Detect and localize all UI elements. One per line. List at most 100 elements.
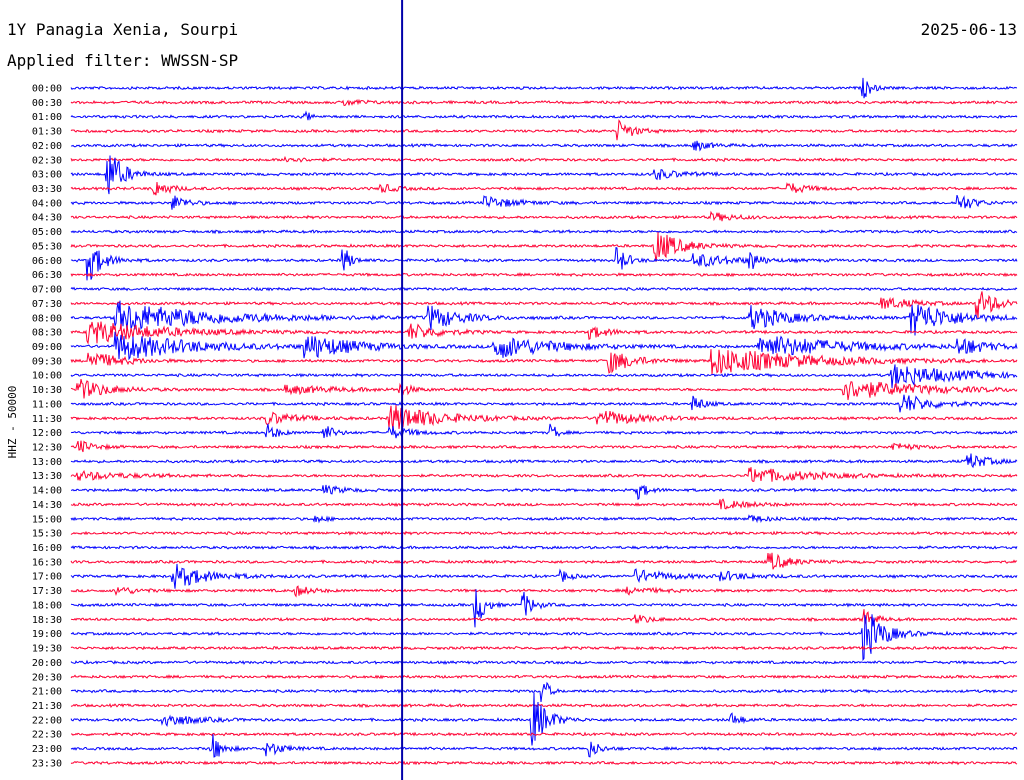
trace-row-0630: [70, 272, 1018, 278]
trace-row-0700: [70, 286, 1018, 292]
row-label: 01:30: [32, 127, 62, 138]
trace-row-2300: [70, 734, 1018, 758]
row-label: 06:30: [32, 270, 62, 281]
trace-row-1200: [70, 423, 1018, 439]
station-title: 1Y Panagia Xenia, Sourpi: [7, 20, 239, 39]
trace-row-1730: [70, 585, 1018, 598]
trace-row-0030: [70, 98, 1018, 107]
row-label: 11:30: [32, 414, 62, 425]
trace-row-1700: [70, 563, 1018, 589]
trace-row-1600: [70, 545, 1018, 551]
row-label: 16:00: [32, 543, 62, 554]
trace-rows: [70, 77, 1018, 766]
row-label: 07:00: [32, 285, 62, 296]
row-label: 08:00: [32, 313, 62, 324]
trace-row-0930: [70, 349, 1018, 375]
row-label: 16:30: [32, 557, 62, 568]
trace-row-1500: [70, 514, 1018, 524]
trace-row-1400: [71, 484, 1018, 501]
trace-row-1430: [70, 498, 1018, 510]
trace-row-1530: [70, 530, 1018, 536]
row-label: 04:00: [32, 198, 62, 209]
trace-row-1100: [70, 394, 1018, 413]
row-label: 14:00: [32, 486, 62, 497]
row-label: 06:00: [32, 256, 62, 267]
row-label: 21:30: [32, 701, 62, 712]
row-label: 15:30: [32, 529, 62, 540]
row-label: 00:30: [32, 98, 62, 109]
time-labels: 00:00 00:30 01:00 01:30 02:00 02:30 03:00 03:30…: [32, 84, 62, 770]
row-label: 15:00: [32, 514, 62, 525]
row-label: 02:00: [32, 141, 62, 152]
trace-row-1930: [70, 645, 1018, 651]
trace-row-0500: [70, 229, 1018, 235]
trace-row-2000: [70, 659, 1018, 665]
row-label: 04:30: [32, 213, 62, 224]
row-label: 18:00: [32, 601, 62, 612]
row-label: 00:00: [32, 84, 62, 95]
row-label: 18:30: [32, 615, 62, 626]
row-label: 17:30: [32, 586, 62, 597]
row-label: 09:00: [32, 342, 62, 353]
y-axis-label: HHZ - 50000: [6, 386, 19, 459]
row-label: 22:00: [32, 715, 62, 726]
trace-row-1330: [70, 467, 1018, 482]
trace-row-1900: [70, 614, 1018, 662]
trace-row-1230: [70, 440, 1018, 453]
trace-row-0230: [70, 155, 1018, 163]
row-label: 05:00: [32, 227, 62, 238]
trace-row-0730: [70, 291, 1018, 319]
row-label: 10:00: [32, 371, 62, 382]
row-label: 10:30: [32, 385, 62, 396]
trace-row-0600: [70, 246, 1018, 281]
row-label: 05:30: [32, 242, 62, 253]
trace-row-1000: [70, 364, 1018, 388]
row-label: 08:30: [32, 328, 62, 339]
row-label: 03:00: [32, 170, 62, 181]
trace-row-1630: [70, 552, 1018, 570]
trace-row-1830: [70, 609, 1018, 626]
trace-row-0100: [70, 110, 1018, 121]
trace-row-1130: [70, 404, 1018, 430]
trace-row-0530: [70, 232, 1018, 262]
trace-row-0130: [70, 119, 1017, 141]
row-label: 17:00: [32, 572, 62, 583]
row-label: 13:00: [32, 457, 62, 468]
trace-row-1030: [70, 378, 1018, 401]
row-label: 19:30: [32, 644, 62, 655]
trace-row-0000: [70, 77, 1018, 99]
trace-row-0330: [70, 181, 1018, 196]
trace-row-2330: [70, 760, 1018, 766]
trace-row-2130: [70, 703, 1018, 709]
trace-row-1300: [70, 453, 1018, 469]
row-label: 12:00: [32, 428, 62, 439]
trace-row-0430: [70, 210, 1018, 222]
row-label: 20:00: [32, 658, 62, 669]
row-label: 21:00: [32, 687, 62, 698]
trace-row-0900: [70, 331, 1018, 361]
date-label: 2025-06-13: [920, 20, 1017, 39]
row-label: 23:00: [32, 744, 62, 755]
helicorder-chart: 00:00 00:30 01:00 01:30 02:00 02:30 03:00 03:30…: [6, 0, 1018, 780]
row-label: 19:00: [32, 629, 62, 640]
row-label: 22:30: [32, 730, 62, 741]
trace-row-2100: [70, 681, 1018, 703]
trace-row-0400: [70, 194, 1018, 210]
trace-row-0830: [70, 321, 1018, 345]
row-label: 07:30: [32, 299, 62, 310]
row-label: 02:30: [32, 155, 62, 166]
row-label: 23:30: [32, 758, 62, 769]
row-label: 01:00: [32, 112, 62, 123]
row-label: 14:30: [32, 500, 62, 511]
trace-row-1800: [70, 589, 1018, 628]
row-label: 12:30: [32, 443, 62, 454]
row-label: 09:30: [32, 356, 62, 367]
filter-label: Applied filter: WWSSN-SP: [7, 51, 239, 70]
row-label: 13:30: [32, 471, 62, 482]
trace-row-2030: [70, 674, 1018, 680]
trace-row-0800: [70, 300, 1018, 336]
row-label: 03:30: [32, 184, 62, 195]
row-label: 20:30: [32, 672, 62, 683]
row-label: 11:00: [32, 399, 62, 410]
trace-row-0200: [70, 140, 1018, 152]
